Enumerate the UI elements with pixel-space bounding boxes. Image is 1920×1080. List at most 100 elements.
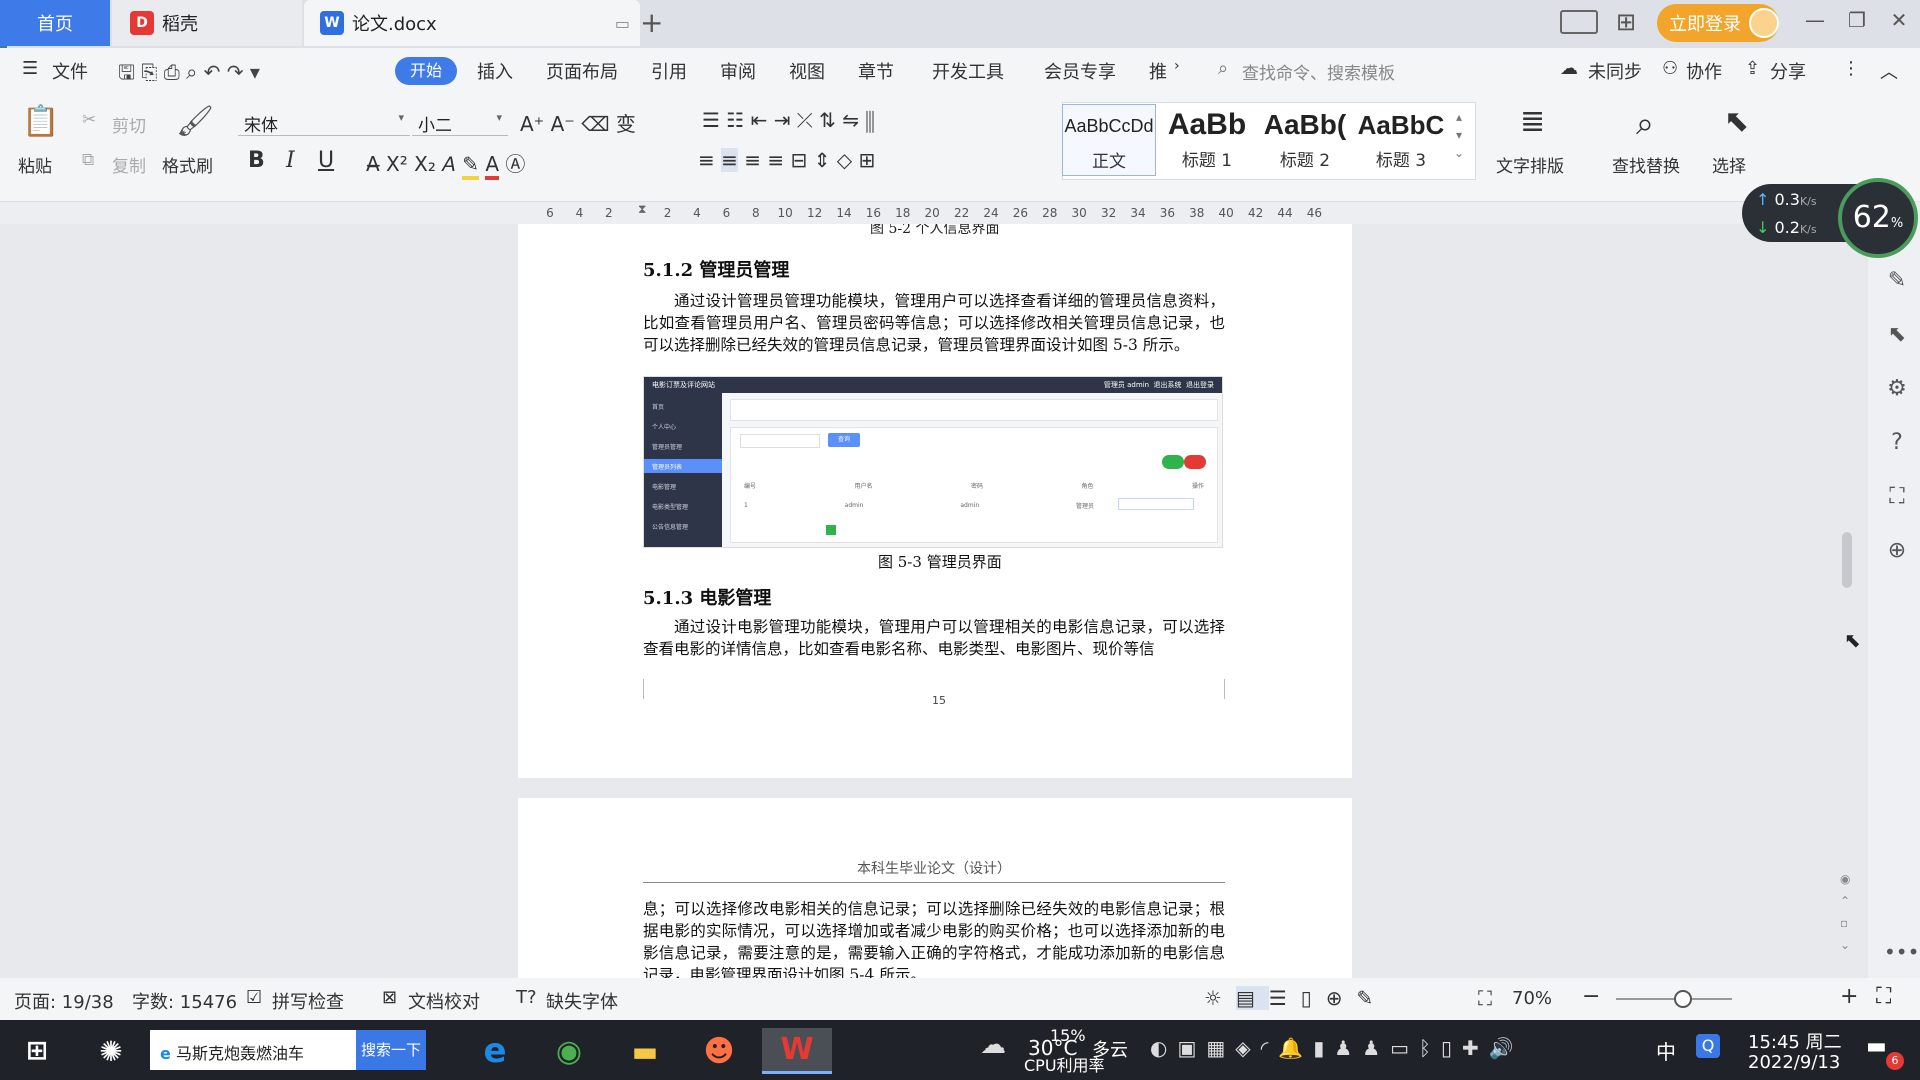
copy-button[interactable]: 复制	[112, 152, 146, 177]
text-layout-icon[interactable]: ≣	[1520, 104, 1545, 139]
missing-font-button[interactable]: 缺失字体	[546, 988, 618, 1014]
shot-search-input	[740, 434, 820, 448]
close-icon[interactable]: ✕	[1884, 8, 1914, 38]
format-painter-icon[interactable]: 🖌	[176, 104, 214, 139]
text-layout-button[interactable]: 文字排版	[1496, 152, 1564, 177]
menu-start[interactable]: 开始	[395, 57, 457, 85]
collapse-ribbon-icon[interactable]: ︿	[1880, 58, 1898, 84]
font-name-select[interactable]: 宋体 ▾	[238, 108, 410, 136]
collab-icon[interactable]: ⚇	[1662, 58, 1678, 79]
zoom-level[interactable]: 70%	[1512, 988, 1552, 1009]
font-size-tools-icons[interactable]: A⁺ A⁻ ⌫ 变	[520, 108, 636, 137]
unsynced-status[interactable]: 未同步	[1588, 58, 1642, 84]
command-search-input[interactable]: 查找命令、搜索模板	[1242, 59, 1395, 84]
cut-button[interactable]: 剪切	[112, 112, 146, 137]
style-heading-2[interactable]: AaBb(标题 2	[1258, 104, 1352, 176]
format-painter-button[interactable]: 格式刷	[162, 152, 213, 177]
right-tool-icons[interactable]: ✎ ⬉ ⚙? ⛶ ⊕	[1884, 254, 1910, 578]
ime-indicator[interactable]: 中	[1656, 1036, 1676, 1065]
page-count[interactable]: 页面: 19/38	[14, 988, 114, 1014]
find-replace-button[interactable]: 查找替换	[1612, 152, 1680, 177]
view-mode-icons[interactable]: ☼▤☰▯⊕✎	[1204, 986, 1387, 1010]
proofread-button[interactable]: 文档校对	[408, 988, 480, 1014]
horizontal-ruler[interactable]: 6 4 2 2 4 6 8 10 12 14 16 18 20 22 24 26 28 30 32 34 36 38 40 4…	[0, 202, 1920, 224]
menu-view[interactable]: 视图	[789, 58, 825, 84]
style-heading-1[interactable]: AaBb 标题 1	[1160, 104, 1254, 176]
notification-icon[interactable]: ▬	[1866, 1034, 1887, 1059]
word-count[interactable]: 字数: 15476	[132, 988, 237, 1014]
hamburger-icon[interactable]: ☰	[22, 58, 38, 79]
fullscreen-icon[interactable]: ⛶	[1876, 984, 1891, 1009]
menu-vip[interactable]: 会员专享	[1044, 58, 1116, 84]
alignment-icons[interactable]: ≡ ≡ ≡ ≡ ⊟ ⇕ ◇ ⊞	[698, 148, 875, 172]
taskbar-search-button[interactable]: 搜索一下	[356, 1030, 426, 1070]
game-app-icon[interactable]: ☻	[696, 1028, 742, 1074]
browser-360-icon[interactable]: ◉	[546, 1028, 592, 1074]
indent-marker-icon[interactable]: ⧗	[638, 202, 648, 224]
fit-page-icon[interactable]: ⛶	[1478, 986, 1492, 1010]
system-tray-icons[interactable]: ◐▣▦◈◜🔔▮♟♟▭ᛒ▯✚🔊	[1150, 1036, 1524, 1060]
new-tab-button[interactable]: +	[640, 6, 663, 39]
paste-icon[interactable]: 📋	[22, 104, 59, 139]
network-speed-widget[interactable]: ↑ 0.3K/s ↓ 0.2K/s 62%	[1742, 178, 1920, 258]
zoom-slider-handle[interactable]	[1674, 990, 1692, 1008]
font-size-select[interactable]: 小二 ▾	[412, 108, 508, 136]
login-button[interactable]: 立即登录	[1657, 4, 1779, 42]
tab-daoke[interactable]: D 稻壳	[112, 0, 302, 46]
wps-writer-taskbar-icon[interactable]: W	[762, 1028, 832, 1074]
ruler-mark: 8	[751, 206, 760, 220]
styles-scroll-icons[interactable]: ▴ ▾ ⌄	[1454, 108, 1464, 162]
menu-file[interactable]: 文件	[52, 58, 88, 84]
pinwheel-app-icon[interactable]: ✺	[88, 1028, 134, 1074]
clock-time[interactable]: 15:45 周二	[1748, 1028, 1842, 1054]
menu-references[interactable]: 引用	[651, 58, 687, 84]
underline-button[interactable]: U	[318, 148, 334, 173]
menu-chapter[interactable]: 章节	[858, 58, 894, 84]
restore-icon[interactable]: ❐	[1842, 8, 1872, 38]
list-indent-icons[interactable]: ☰ ☷ ⇤ ⇥ ⤫ ⇅ ⇋ ⫼	[702, 108, 875, 132]
menu-developer[interactable]: 开发工具	[932, 58, 1004, 84]
minimize-icon[interactable]: —	[1800, 8, 1830, 38]
share-icon[interactable]: ⇪	[1745, 58, 1760, 79]
paste-button[interactable]: 粘贴	[18, 152, 52, 177]
zoom-in-icon[interactable]: +	[1840, 984, 1858, 1009]
more-vertical-icon[interactable]: ⋮	[1842, 58, 1860, 79]
italic-button[interactable]: I	[286, 148, 295, 173]
menu-more[interactable]: 推	[1149, 58, 1167, 84]
taskbar-search-input[interactable]: e 马斯克炮轰燃油车	[150, 1030, 356, 1070]
quick-access-icons[interactable]: 🖫 ⎘ ⎙ ⌕ ↶ ↷ ▾	[118, 58, 260, 92]
select-cursor-icon[interactable]: ⬉	[1724, 104, 1749, 139]
qq-icon[interactable]: Q	[1696, 1034, 1720, 1058]
style-normal[interactable]: AaBbCcDd 正文	[1062, 104, 1156, 176]
tab-home[interactable]: 首页	[0, 0, 110, 46]
file-explorer-icon[interactable]: ▬	[622, 1028, 668, 1074]
layout-icon[interactable]	[1560, 10, 1598, 34]
collab-button[interactable]: 协作	[1686, 58, 1722, 84]
find-replace-icon[interactable]: ⌕	[1636, 104, 1654, 143]
more-tools-icon[interactable]: •••	[1884, 940, 1919, 964]
windows-start-icon[interactable]: ⊞	[14, 1028, 60, 1074]
chevron-right-icon[interactable]: ›	[1174, 58, 1180, 74]
spellcheck-button[interactable]: 拼写检查	[272, 988, 344, 1014]
style-heading-3[interactable]: AaBbC 标题 3	[1354, 104, 1448, 176]
cloud-sync-icon[interactable]: ☁	[1560, 58, 1578, 79]
ruler-mark: 38	[1189, 206, 1205, 220]
menu-layout[interactable]: 页面布局	[546, 58, 618, 84]
monitor-icon[interactable]: ▭	[615, 14, 630, 33]
clock-date[interactable]: 2022/9/13	[1748, 1052, 1840, 1073]
menu-insert[interactable]: 插入	[477, 58, 513, 84]
document-area[interactable]: 图 5-2 个人信息界面 5.1.2 管理员管理 通过设计管理员管理功能模块，管…	[0, 224, 1920, 978]
scroll-page-controls[interactable]: ◉ ⌃ ▫ ⌄	[1840, 868, 1850, 956]
vertical-scrollbar[interactable]: ◉ ⌃ ▫ ⌄	[1838, 224, 1856, 978]
ie-browser-icon[interactable]: e	[472, 1028, 518, 1074]
menu-review[interactable]: 审阅	[720, 58, 756, 84]
select-button[interactable]: 选择	[1712, 152, 1746, 177]
scrollbar-thumb[interactable]	[1842, 532, 1852, 588]
figure-admin-screenshot: 电影订票及评论网站 管理员 admin 退出系统 退出登录 首页 个人中心 管理员管…	[643, 376, 1223, 548]
zoom-out-icon[interactable]: −	[1582, 984, 1600, 1009]
apps-grid-icon[interactable]: ⊞	[1616, 8, 1636, 36]
tab-document[interactable]: W 论文.docx ▭	[304, 0, 640, 46]
share-button[interactable]: 分享	[1770, 58, 1806, 84]
font-effects-icons[interactable]: A̶ X² X₂ 𝘈 ✎ A Ⓐ	[366, 148, 525, 180]
bold-button[interactable]: B	[248, 148, 265, 173]
